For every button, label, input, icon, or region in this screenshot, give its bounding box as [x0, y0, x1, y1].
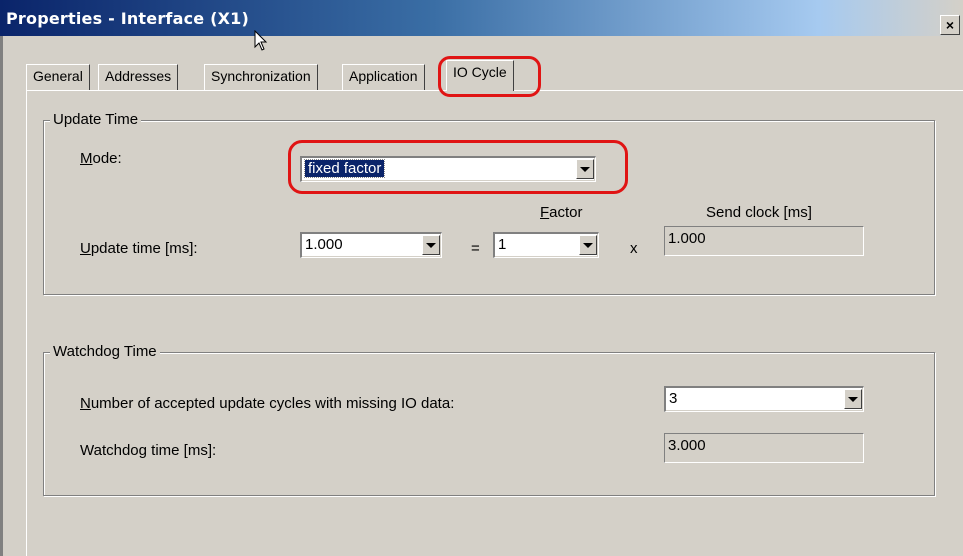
title-bar[interactable]: Properties - Interface (X1) ×	[0, 0, 963, 36]
watchdog-time-field: 3.000	[664, 433, 864, 463]
factor-value: 1	[498, 236, 507, 253]
factor-dropdown[interactable]: 1	[493, 232, 599, 258]
update-time-value: 1.000	[305, 236, 343, 253]
tab-synchronization[interactable]: Synchronization	[204, 64, 318, 90]
window-frame	[0, 36, 3, 556]
tab-label: IO Cycle	[453, 64, 507, 80]
tab-label: Application	[349, 68, 418, 84]
tab-label: General	[33, 68, 83, 84]
update-time-legend: Update Time	[50, 111, 142, 128]
mode-label: Mode:	[80, 150, 122, 167]
watchdog-time-label: Watchdog time [ms]:	[80, 442, 217, 459]
cycles-value: 3	[669, 390, 678, 407]
mouse-cursor-icon	[254, 30, 268, 51]
tab-general[interactable]: General	[26, 64, 90, 90]
mode-value: fixed factor	[303, 159, 386, 178]
equals-sign: =	[471, 240, 480, 257]
watchdog-time-value: 3.000	[668, 437, 706, 454]
times-sign: x	[630, 240, 638, 257]
send-clock-header: Send clock [ms]	[706, 204, 812, 221]
window-title: Properties - Interface (X1)	[6, 9, 249, 28]
chevron-down-icon[interactable]	[844, 389, 862, 409]
cycles-dropdown[interactable]: 3	[664, 386, 864, 412]
mode-dropdown[interactable]: fixed factor	[300, 156, 596, 182]
tab-io-cycle[interactable]: IO Cycle	[446, 60, 514, 91]
chevron-down-icon[interactable]	[579, 235, 597, 255]
send-clock-value: 1.000	[668, 230, 706, 247]
tab-label: Synchronization	[211, 68, 311, 84]
tab-label: Addresses	[105, 68, 172, 84]
watchdog-time-legend: Watchdog Time	[50, 343, 160, 360]
tab-addresses[interactable]: Addresses	[98, 64, 179, 90]
chevron-down-icon[interactable]	[576, 159, 594, 179]
close-button[interactable]: ×	[940, 15, 960, 35]
factor-header: Factor	[540, 204, 583, 221]
update-time-dropdown[interactable]: 1.000	[300, 232, 442, 258]
chevron-down-icon[interactable]	[422, 235, 440, 255]
tab-application[interactable]: Application	[342, 64, 425, 90]
cycles-label: Number of accepted update cycles with mi…	[80, 395, 455, 412]
send-clock-field: 1.000	[664, 226, 864, 256]
watchdog-time-group: Watchdog Time	[43, 343, 935, 496]
update-time-label: Update time [ms]:	[80, 240, 198, 257]
close-icon: ×	[945, 17, 955, 33]
